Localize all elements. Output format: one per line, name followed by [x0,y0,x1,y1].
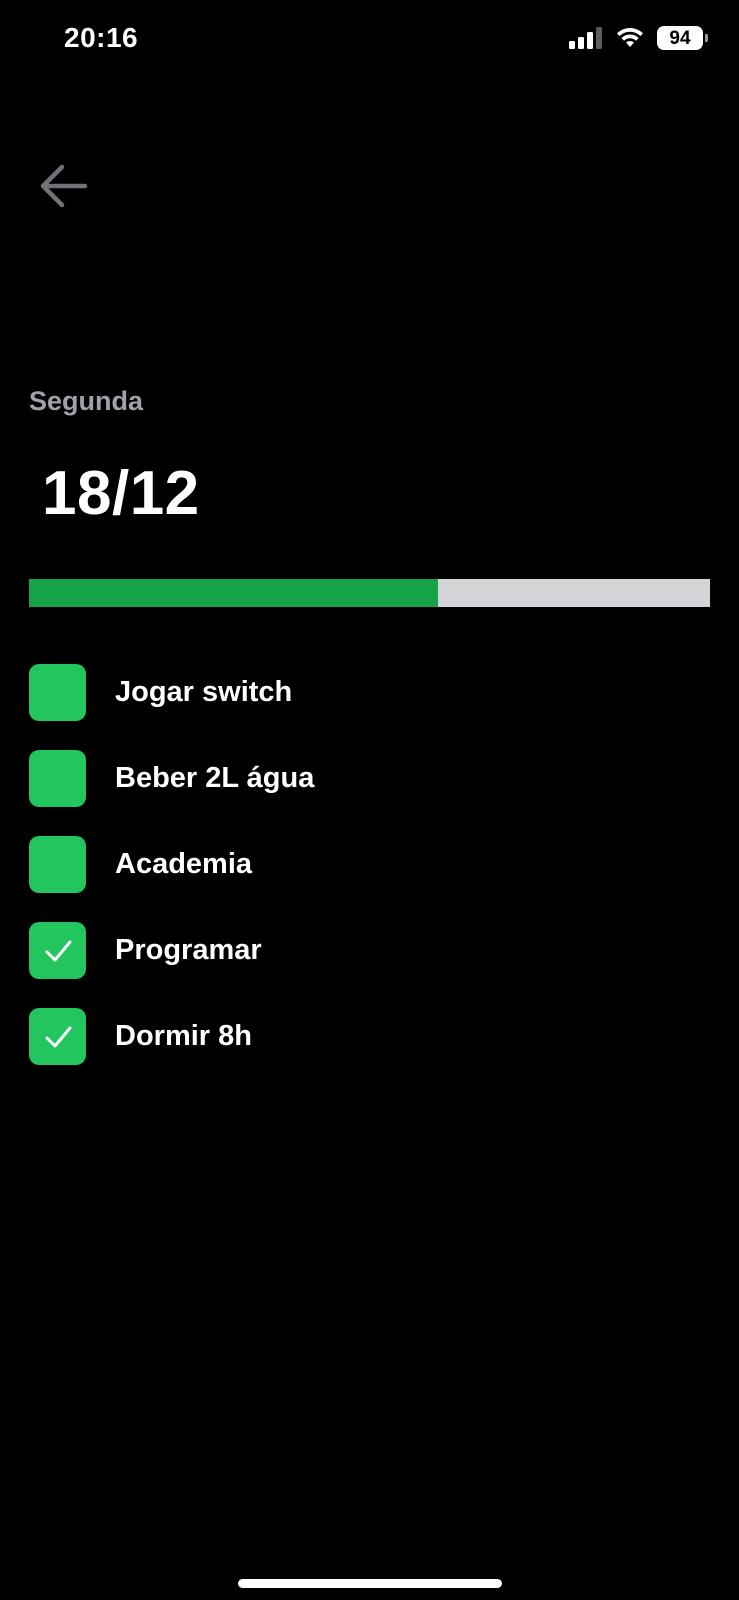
wifi-icon [617,27,643,47]
status-bar: 20:16 94 [0,0,739,80]
habit-label: Jogar switch [115,676,293,708]
status-time: 20:16 [64,22,139,53]
habit-item-dormir[interactable]: Dormir 8h [29,1008,709,1065]
habit-label: Academia [115,848,253,880]
progress-bar [29,579,710,607]
date-title: 18/12 [42,459,200,528]
battery-level: 94 [669,27,691,49]
status-icons: 94 [569,26,708,50]
habit-item-jogar-switch[interactable]: Jogar switch [29,664,709,721]
habit-label: Dormir 8h [115,1020,252,1052]
home-indicator [238,1579,502,1588]
arrow-left-icon [40,164,88,208]
habit-checkbox[interactable] [29,836,86,893]
habit-item-programar[interactable]: Programar [29,922,709,979]
weekday-label: Segunda [29,386,144,416]
signal-icon [569,27,602,49]
back-button[interactable] [36,158,92,214]
battery-icon: 94 [657,26,708,50]
habit-label: Beber 2L água [115,762,315,794]
checkmark-icon [45,940,71,961]
progress-fill [29,579,438,607]
habit-checkbox[interactable] [29,750,86,807]
habit-label: Programar [115,934,262,966]
habit-checkbox[interactable] [29,922,86,979]
habit-item-academia[interactable]: Academia [29,836,709,893]
habit-list: Jogar switch Beber 2L água Academia Prog… [29,664,709,1094]
habit-checkbox[interactable] [29,1008,86,1065]
checkmark-icon [45,1026,71,1047]
habit-item-beber-agua[interactable]: Beber 2L água [29,750,709,807]
habit-checkbox[interactable] [29,664,86,721]
